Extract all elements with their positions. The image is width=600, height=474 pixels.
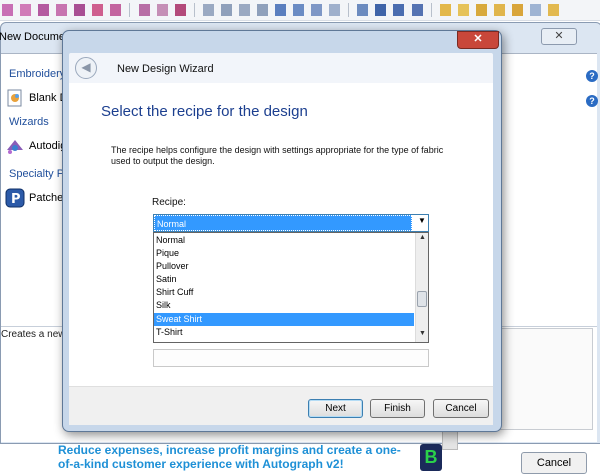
toolbar-separator	[193, 3, 195, 17]
toolbar-icon[interactable]	[92, 4, 104, 16]
application-toolbar	[0, 0, 600, 21]
close-button[interactable]: ✕	[541, 28, 577, 45]
toolbar-icon[interactable]	[357, 4, 369, 16]
toolbar-icon[interactable]	[110, 4, 122, 16]
scroll-down-icon[interactable]: ▼	[419, 330, 426, 337]
toolbar-separator	[129, 3, 131, 17]
scrollbar[interactable]	[442, 430, 458, 450]
list-item[interactable]: Autodig	[5, 134, 66, 158]
recipe-option-highlighted[interactable]: Sweat Shirt	[154, 313, 414, 326]
scroll-thumb[interactable]	[417, 291, 427, 307]
recipe-option[interactable]: Silk	[154, 299, 414, 312]
help-icon[interactable]: ?	[586, 95, 598, 107]
recipe-option[interactable]: T-Shirt	[154, 326, 414, 339]
toolbar-separator	[348, 3, 350, 17]
toolbar-icon[interactable]	[138, 4, 150, 16]
help-icon[interactable]: ?	[586, 70, 598, 82]
toolbar-separator	[430, 3, 432, 17]
toolbar-icon[interactable]	[174, 4, 186, 16]
page-title: Select the recipe for the design	[101, 103, 308, 120]
toolbar-icon[interactable]	[457, 4, 469, 16]
list-item[interactable]: Blank D	[5, 86, 68, 110]
toolbar-icon[interactable]	[329, 4, 341, 16]
recipe-option[interactable]: Pullover	[154, 260, 414, 273]
hidden-field	[153, 349, 429, 367]
toolbar-icon[interactable]	[511, 4, 523, 16]
recipe-option[interactable]: Pique	[154, 247, 414, 260]
toolbar-icon[interactable]	[293, 4, 305, 16]
toolbar-icon[interactable]	[74, 4, 86, 16]
list-item-label: Autodig	[29, 140, 67, 152]
next-button[interactable]: Next	[308, 399, 363, 418]
toolbar-icon[interactable]	[275, 4, 286, 16]
recipe-selected-value: Normal	[154, 215, 412, 231]
wizard-title: New Design Wizard	[117, 63, 214, 75]
toolbar-icon[interactable]	[493, 4, 505, 16]
autodigitize-icon	[5, 136, 25, 156]
toolbar-icon[interactable]	[56, 4, 68, 16]
instruction-text: The recipe helps configure the design wi…	[111, 145, 444, 166]
list-item[interactable]: P Patche	[5, 186, 63, 210]
list-scrollbar[interactable]: ▲ ▼	[415, 233, 428, 342]
toolbar-icon[interactable]	[20, 4, 32, 16]
new-design-wizard-dialog: ✕ ◀ New Design Wizard Select the recipe …	[62, 30, 502, 432]
dropdown-arrow-icon[interactable]: ▼	[418, 216, 426, 225]
toolbar-icon[interactable]	[202, 4, 214, 16]
toolbar-icon[interactable]	[548, 4, 559, 16]
recipe-option[interactable]: Shirt Cuff	[154, 286, 414, 299]
patches-icon: P	[5, 188, 25, 208]
toolbar-icon[interactable]	[220, 4, 232, 16]
toolbar-icon[interactable]	[475, 4, 487, 16]
back-button[interactable]: ◀	[75, 57, 97, 79]
wizard-body: Select the recipe for the design The rec…	[69, 83, 493, 386]
toolbar-icon[interactable]	[156, 4, 168, 16]
toolbar-icon[interactable]	[38, 4, 50, 16]
finish-button[interactable]: Finish	[370, 399, 425, 418]
scroll-up-icon[interactable]: ▲	[419, 234, 426, 241]
back-arrow-icon: ◀	[81, 60, 91, 74]
wizard-footer: Next Finish Cancel	[69, 386, 493, 425]
close-icon: ✕	[473, 33, 483, 45]
toolbar-icon[interactable]	[238, 4, 250, 16]
list-item-label: Patche	[29, 192, 64, 204]
recipe-dropdown-list: Normal Pique Pullover Satin Shirt Cuff S…	[153, 232, 429, 343]
recipe-option[interactable]: Normal	[154, 234, 414, 247]
autograph-logo: B	[420, 444, 442, 471]
toolbar-icon[interactable]	[311, 4, 323, 16]
cancel-button[interactable]: Cancel	[433, 399, 489, 418]
recipe-option[interactable]: Satin	[154, 273, 414, 286]
recipe-label: Recipe:	[152, 197, 186, 208]
toolbar-icon[interactable]	[439, 4, 451, 16]
blank-design-icon	[5, 88, 25, 108]
category-wizards: Wizards	[1, 114, 71, 130]
wizard-header: ◀ New Design Wizard	[69, 53, 493, 83]
toolbar-icon[interactable]	[256, 4, 268, 16]
promo-text: Reduce expenses, increase profit margins…	[58, 443, 401, 471]
close-button[interactable]: ✕	[457, 31, 499, 49]
toolbar-icon[interactable]	[375, 4, 387, 16]
toolbar-icon[interactable]	[2, 4, 13, 16]
recipe-select[interactable]: Normal ▼	[153, 214, 429, 232]
svg-text:P: P	[11, 192, 21, 207]
close-icon: ✕	[554, 30, 564, 42]
toolbar-icon[interactable]	[529, 4, 541, 16]
toolbar-icon[interactable]	[393, 4, 405, 16]
toolbar-icon[interactable]	[411, 4, 423, 16]
category-specialty: Specialty Pr	[1, 166, 71, 182]
category-embroidery: Embroidery	[1, 66, 71, 82]
